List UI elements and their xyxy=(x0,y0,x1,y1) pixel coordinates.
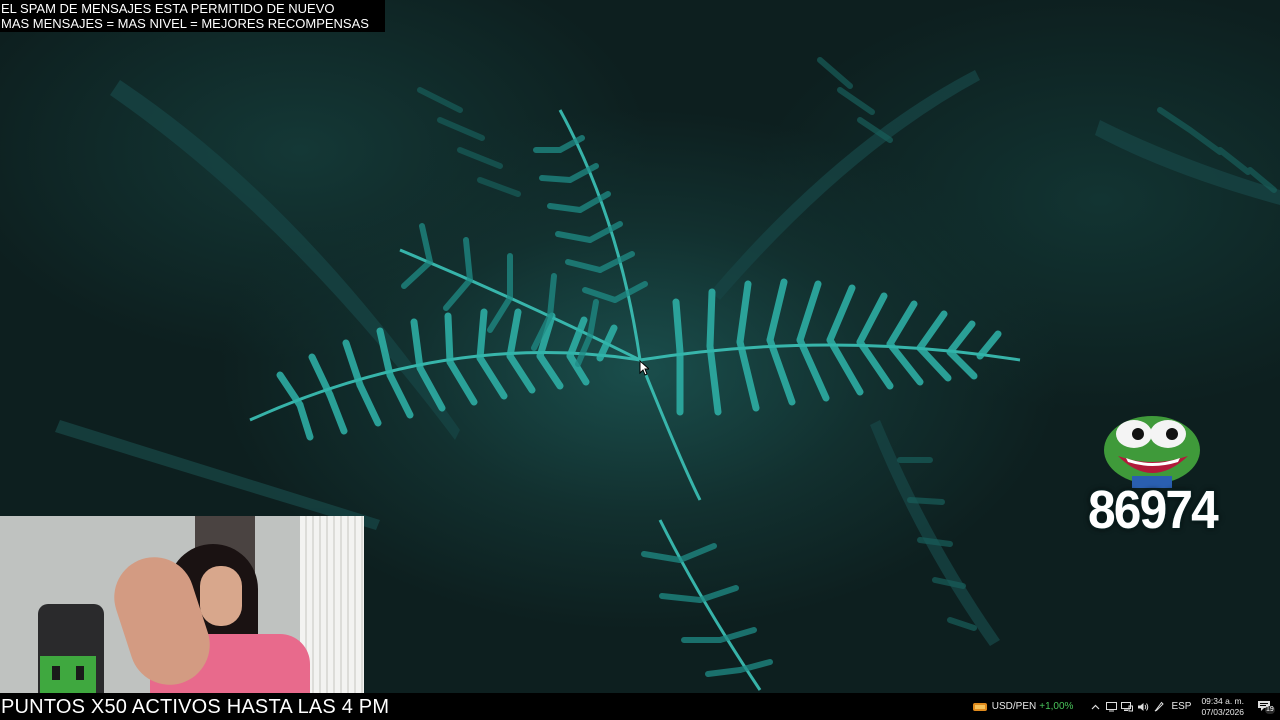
pepe-counter-value: 86974 xyxy=(1088,480,1219,540)
currency-pair-label[interactable]: USD/PEN xyxy=(991,693,1039,720)
webcam-feed xyxy=(0,516,364,694)
pen-icon[interactable] xyxy=(1151,693,1167,720)
language-indicator[interactable]: ESP xyxy=(1167,693,1199,720)
display-icon[interactable] xyxy=(1103,693,1119,720)
creeper-plush xyxy=(40,656,96,694)
chat-announcement-overlay: EL SPAM DE MENSAJES ESTA PERMITIDO DE NU… xyxy=(0,0,385,32)
clock-time: 09:34 a. m. xyxy=(1201,695,1244,706)
pepe-frog-icon xyxy=(1104,416,1200,488)
taskbar-clock[interactable]: 09:34 a. m. 07/03/2026 xyxy=(1199,693,1250,720)
system-tray: USD/PEN +1,00% ESP 09:34 a. m. 07/03/202… xyxy=(969,693,1280,720)
notification-count: 19 xyxy=(1265,705,1275,714)
notification-center-button[interactable]: 19 xyxy=(1250,693,1280,720)
notification-icon: 19 xyxy=(1257,700,1275,714)
desktop: EL SPAM DE MENSAJES ESTA PERMITIDO DE NU… xyxy=(0,0,1280,720)
bottom-bar: PUNTOS X50 ACTIVOS HASTA LAS 4 PM USD/PE… xyxy=(0,693,1280,720)
points-ticker: PUNTOS X50 ACTIVOS HASTA LAS 4 PM xyxy=(1,696,390,718)
mouse-cursor-icon xyxy=(639,360,649,376)
clock-date: 07/03/2026 xyxy=(1201,706,1244,717)
streamer-face xyxy=(200,566,242,626)
chevron-up-icon[interactable] xyxy=(1087,693,1103,720)
currency-change-value: +1,00% xyxy=(1039,701,1074,712)
volume-icon[interactable] xyxy=(1135,693,1151,720)
pepe-counter-widget: 86974 xyxy=(1088,410,1258,542)
announcement-line-2: MAS MENSAJES = MAS NIVEL = MEJORES RECOM… xyxy=(1,16,369,31)
currency-widget-icon[interactable] xyxy=(969,693,991,720)
announcement-line-1: EL SPAM DE MENSAJES ESTA PERMITIDO DE NU… xyxy=(1,1,335,16)
network-icon[interactable] xyxy=(1119,693,1135,720)
